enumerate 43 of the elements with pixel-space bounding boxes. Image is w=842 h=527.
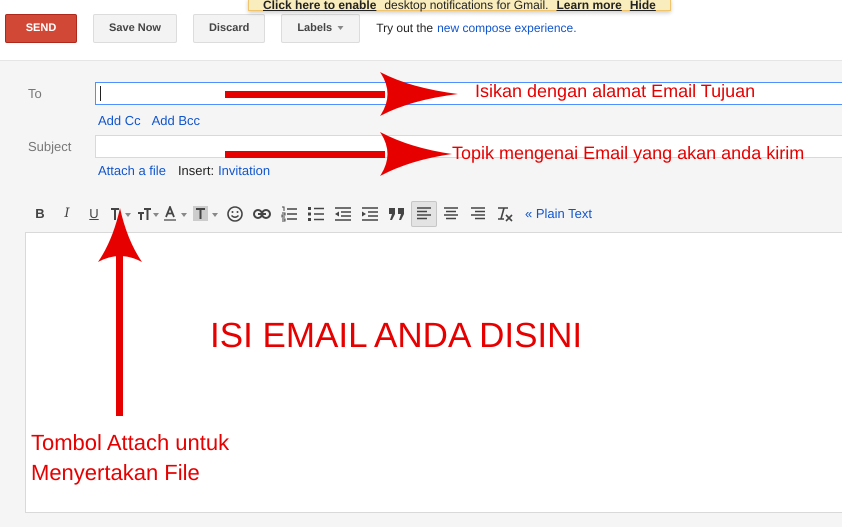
insert-label: Insert: bbox=[178, 163, 214, 180]
notification-link[interactable]: Learn more bbox=[556, 0, 622, 10]
to-label: To bbox=[27, 86, 43, 101]
toolbar-button[interactable]: Save Now bbox=[93, 14, 177, 42]
subject-label: Subject bbox=[27, 139, 72, 154]
align-left-icon bbox=[417, 207, 431, 220]
highlight-icon bbox=[193, 206, 219, 222]
annotation-text: ISI EMAIL ANDA DISINI bbox=[210, 316, 582, 356]
send-button[interactable]: SEND bbox=[5, 14, 77, 42]
new-compose-link[interactable]: new compose experience. bbox=[437, 21, 577, 35]
notification-text: desktop notifications for Gmail. bbox=[384, 0, 548, 10]
labels-dropdown[interactable]: Labels bbox=[281, 14, 360, 42]
recipient-link[interactable]: Add Bcc bbox=[152, 113, 200, 135]
recipient-link[interactable]: Add Cc bbox=[98, 113, 141, 135]
indent-icon bbox=[362, 206, 378, 220]
align-center-icon bbox=[444, 207, 458, 220]
numbered-list-icon bbox=[281, 206, 297, 222]
link-icon bbox=[253, 208, 271, 218]
bold-button[interactable]: B bbox=[27, 200, 53, 226]
enable-notifications-link[interactable]: Click here to enable bbox=[263, 0, 376, 10]
plain-text-link[interactable]: « Plain Text bbox=[525, 206, 592, 221]
invitation-link[interactable]: Invitation bbox=[218, 163, 270, 185]
promo-text: Try out the bbox=[376, 21, 434, 35]
caret-icon bbox=[337, 26, 344, 30]
clear-formatting-icon bbox=[496, 206, 514, 222]
align-left-button[interactable] bbox=[411, 200, 437, 226]
underline-button[interactable]: U bbox=[81, 200, 107, 226]
annotation-text: Tombol Attach untuk Menyertakan File bbox=[31, 429, 230, 487]
smiley-icon bbox=[227, 206, 243, 222]
quote-icon bbox=[389, 208, 405, 220]
bulleted-list-icon bbox=[308, 206, 324, 220]
message-body-field[interactable] bbox=[25, 232, 842, 513]
italic-button[interactable]: I bbox=[54, 200, 80, 226]
text-size-icon bbox=[137, 206, 159, 220]
annotation-text: Isikan dengan alamat Email Tujuan bbox=[475, 81, 756, 102]
annotation-text: Topik mengenai Email yang akan anda kirim bbox=[452, 143, 804, 164]
toolbar-button[interactable]: Discard bbox=[192, 14, 266, 42]
attach-file-link[interactable]: Attach a file bbox=[98, 163, 166, 185]
text-color-icon bbox=[164, 206, 188, 222]
outdent-icon bbox=[335, 206, 351, 220]
notification-link[interactable]: Hide bbox=[630, 0, 656, 10]
align-right-icon bbox=[471, 207, 485, 220]
font-icon bbox=[110, 206, 132, 220]
